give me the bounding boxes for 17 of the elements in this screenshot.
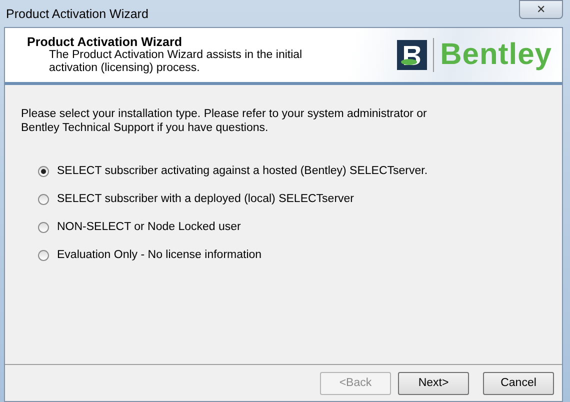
logo-text: Bentley bbox=[440, 38, 552, 72]
radio-button[interactable] bbox=[38, 194, 49, 204]
radio-button[interactable] bbox=[38, 222, 49, 232]
window-title: Product Activation Wizard bbox=[6, 6, 148, 20]
radio-button[interactable] bbox=[38, 250, 49, 260]
option-label[interactable]: NON-SELECT or Node Locked user bbox=[57, 221, 241, 233]
wizard-button[interactable]: Cancel bbox=[483, 372, 554, 394]
instructions-text: Please select your installation type. Please refer to your system administrator or Bentley Technical Support if you have questions. bbox=[21, 107, 428, 135]
radio-button[interactable] bbox=[38, 166, 49, 176]
logo-icon bbox=[397, 40, 428, 70]
option-label[interactable]: Evaluation Only - No license information bbox=[57, 249, 262, 261]
option-label[interactable]: SELECT subscriber with a deployed (local) SELECTserver bbox=[57, 193, 354, 205]
header-subtitle: The Product Activation Wizard assists in the initial activation (licensing) process. bbox=[49, 49, 304, 75]
header-title: Product Activation Wizard bbox=[27, 35, 183, 49]
wizard-button[interactable]: Next> bbox=[398, 372, 469, 394]
option-label[interactable]: SELECT subscriber activating against a hosted (Bentley) SELECTserver. bbox=[57, 165, 428, 177]
close-button[interactable]: ✕ bbox=[519, 0, 563, 19]
